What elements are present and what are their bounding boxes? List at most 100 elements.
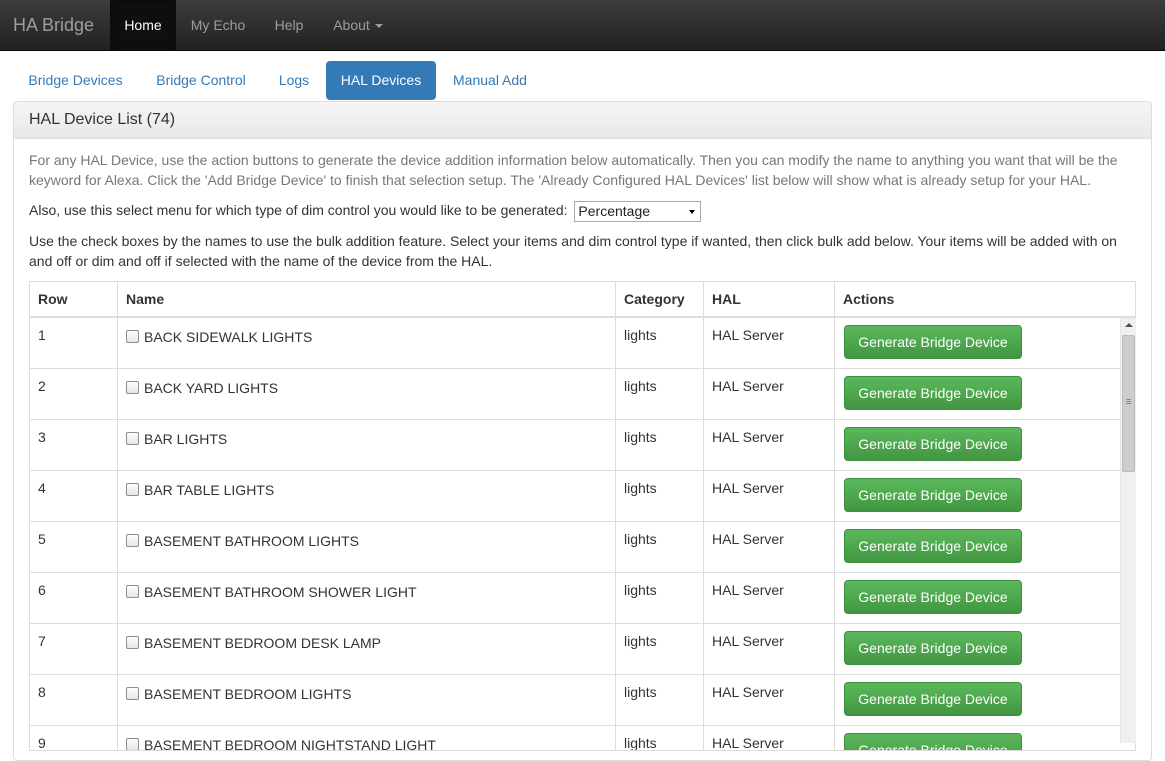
- nav-about-dropdown[interactable]: About: [318, 0, 398, 50]
- device-hal: HAL Server: [704, 624, 835, 675]
- row-number: 9: [30, 726, 118, 750]
- actions-cell: Generate Bridge Device: [835, 726, 1121, 750]
- device-category: lights: [616, 369, 704, 420]
- col-header-hal: HAL: [704, 282, 835, 317]
- scrollbar-thumb[interactable]: [1122, 335, 1135, 472]
- dim-control-value: Percentage: [578, 202, 651, 219]
- device-category: lights: [616, 420, 704, 471]
- device-category: lights: [616, 624, 704, 675]
- device-hal: HAL Server: [704, 726, 835, 750]
- bulk-select-checkbox[interactable]: [126, 432, 139, 445]
- bulk-select-checkbox[interactable]: [126, 636, 139, 649]
- table-body[interactable]: 1 BACK SIDEWALK LIGHTS lights HAL Server Gen…: [30, 318, 1121, 750]
- col-header-row: Row: [30, 282, 118, 317]
- device-name-cell: BASEMENT BEDROOM NIGHTSTAND LIGHT: [118, 726, 616, 750]
- brand-title[interactable]: HA Bridge: [0, 0, 94, 50]
- row-number: 8: [30, 675, 118, 726]
- tab-hal-devices[interactable]: HAL Devices: [326, 61, 436, 100]
- top-navbar: HA Bridge Home My Echo Help About: [0, 0, 1165, 51]
- bulk-select-checkbox[interactable]: [126, 483, 139, 496]
- device-hal: HAL Server: [704, 573, 835, 624]
- device-name-cell: BAR TABLE LIGHTS: [118, 471, 616, 522]
- device-hal: HAL Server: [704, 369, 835, 420]
- intro-text: For any HAL Device, use the action butto…: [29, 150, 1139, 190]
- bulk-select-checkbox[interactable]: [126, 381, 139, 394]
- table-row: 9 BASEMENT BEDROOM NIGHTSTAND LIGHT lights…: [30, 726, 1121, 750]
- bulk-select-checkbox[interactable]: [126, 534, 139, 547]
- device-hal: HAL Server: [704, 522, 835, 573]
- hal-device-table: Row Name Category HAL Actions 1 BACK SIDE…: [29, 281, 1136, 751]
- dim-control-row: Also, use this select menu for which typ…: [29, 200, 1139, 222]
- col-header-actions: Actions: [843, 291, 895, 307]
- device-name-cell: BASEMENT BEDROOM DESK LAMP: [118, 624, 616, 675]
- device-name-cell: BACK YARD LIGHTS: [118, 369, 616, 420]
- device-name: BAR TABLE LIGHTS: [144, 482, 275, 498]
- actions-cell: Generate Bridge Device: [835, 318, 1121, 369]
- panel-heading: HAL Device List (74): [14, 102, 1151, 139]
- bulk-line-1: Use the check boxes by the names to use …: [29, 233, 1117, 249]
- tab-bridge-control[interactable]: Bridge Control: [140, 61, 262, 100]
- dim-control-select[interactable]: Percentage: [574, 200, 702, 222]
- device-hal: HAL Server: [704, 471, 835, 522]
- generate-bridge-device-button[interactable]: Generate Bridge Device: [844, 376, 1022, 410]
- device-name: BACK SIDEWALK LIGHTS: [144, 329, 313, 345]
- device-name-cell: BASEMENT BEDROOM LIGHTS: [118, 675, 616, 726]
- bulk-select-checkbox[interactable]: [126, 738, 139, 750]
- table-row: 6 BASEMENT BATHROOM SHOWER LIGHT lights HAL…: [30, 573, 1121, 624]
- table-row: 8 BASEMENT BEDROOM LIGHTS lights HAL Server…: [30, 675, 1121, 726]
- scroll-up-arrow-icon[interactable]: [1125, 323, 1133, 327]
- nav-help[interactable]: Help: [260, 0, 318, 50]
- table-row: 3 BAR LIGHTS lights HAL Server Generate Brid…: [30, 420, 1121, 471]
- device-category: lights: [616, 573, 704, 624]
- device-category: lights: [616, 318, 704, 369]
- device-name: BASEMENT BATHROOM SHOWER LIGHT: [144, 584, 417, 600]
- device-name: BACK YARD LIGHTS: [144, 380, 279, 396]
- device-category: lights: [616, 471, 704, 522]
- generate-bridge-device-button[interactable]: Generate Bridge Device: [844, 682, 1022, 716]
- row-number: 5: [30, 522, 118, 573]
- nav-home[interactable]: Home: [110, 0, 176, 50]
- device-name: BASEMENT BATHROOM LIGHTS: [144, 533, 359, 549]
- bulk-select-checkbox[interactable]: [126, 687, 139, 700]
- row-number: 3: [30, 420, 118, 471]
- device-name: BASEMENT BEDROOM LIGHTS: [144, 686, 352, 702]
- tab-bridge-devices[interactable]: Bridge Devices: [13, 61, 138, 100]
- bulk-line-2: and off or dim and off if selected with …: [29, 253, 493, 269]
- actions-cell: Generate Bridge Device: [835, 420, 1121, 471]
- bulk-select-checkbox[interactable]: [126, 330, 139, 343]
- device-name: BAR LIGHTS: [144, 431, 228, 447]
- row-number: 4: [30, 471, 118, 522]
- caret-down-icon: [374, 24, 383, 29]
- intro-line-1: For any HAL Device, use the action butto…: [29, 152, 1118, 168]
- actions-cell: Generate Bridge Device: [835, 522, 1121, 573]
- generate-bridge-device-button[interactable]: Generate Bridge Device: [844, 631, 1022, 665]
- table-row: 7 BASEMENT BEDROOM DESK LAMP lights HAL Ser…: [30, 624, 1121, 675]
- tab-logs[interactable]: Logs: [264, 61, 324, 100]
- actions-cell: Generate Bridge Device: [835, 624, 1121, 675]
- device-hal: HAL Server: [704, 420, 835, 471]
- nav-my-echo[interactable]: My Echo: [176, 0, 260, 50]
- actions-cell: Generate Bridge Device: [835, 573, 1121, 624]
- device-hal: HAL Server: [704, 675, 835, 726]
- device-category: lights: [616, 726, 704, 750]
- intro-line-2: keyword for Alexa. Click the 'Add Bridge…: [29, 172, 1091, 188]
- generate-bridge-device-button[interactable]: Generate Bridge Device: [844, 427, 1022, 461]
- col-header-category: Category: [616, 282, 704, 317]
- row-number: 1: [30, 318, 118, 369]
- generate-bridge-device-button[interactable]: Generate Bridge Device: [844, 529, 1022, 563]
- grip-line: [1126, 401, 1131, 402]
- actions-cell: Generate Bridge Device: [835, 471, 1121, 522]
- device-name-cell: BASEMENT BATHROOM LIGHTS: [118, 522, 616, 573]
- generate-bridge-device-button[interactable]: Generate Bridge Device: [844, 580, 1022, 614]
- generate-bridge-device-button[interactable]: Generate Bridge Device: [844, 733, 1022, 750]
- dim-control-label: Also, use this select menu for which typ…: [29, 202, 568, 218]
- device-hal: HAL Server: [704, 318, 835, 369]
- grip-line: [1126, 399, 1131, 400]
- generate-bridge-device-button[interactable]: Generate Bridge Device: [844, 478, 1022, 512]
- generate-bridge-device-button[interactable]: Generate Bridge Device: [844, 325, 1022, 359]
- device-category: lights: [616, 675, 704, 726]
- bulk-select-checkbox[interactable]: [126, 585, 139, 598]
- tab-manual-add[interactable]: Manual Add: [438, 61, 542, 100]
- table-scrollbar[interactable]: [1120, 318, 1136, 743]
- table-row: 4 BAR TABLE LIGHTS lights HAL Server Generat…: [30, 471, 1121, 522]
